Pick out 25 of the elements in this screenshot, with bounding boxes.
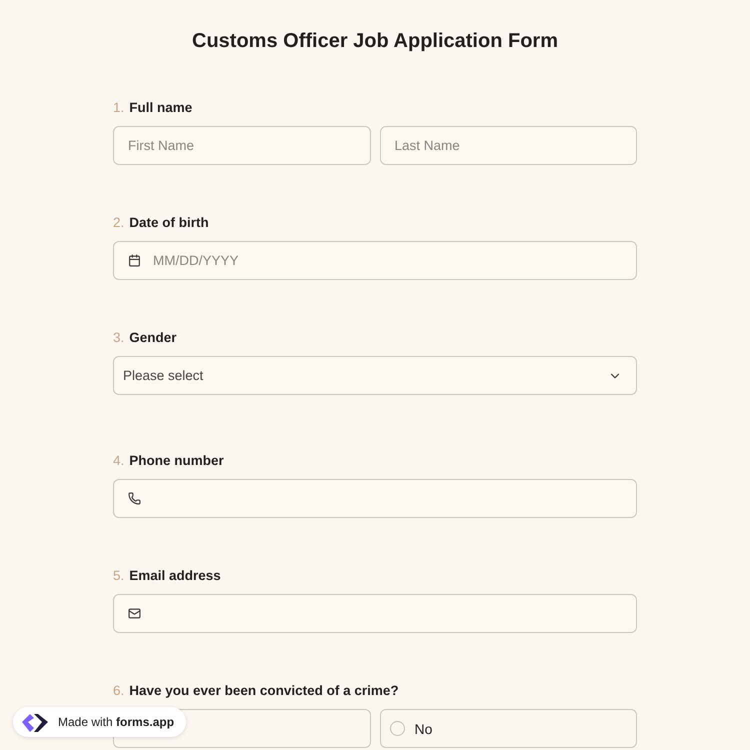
- question-label: Phone number: [129, 453, 224, 468]
- phone-icon: [128, 492, 141, 505]
- question-number: 1.: [113, 100, 124, 115]
- question-label: Full name: [129, 100, 192, 115]
- question-number: 6.: [113, 683, 124, 698]
- text-field[interactable]: Last Name: [380, 126, 637, 165]
- calendar-icon: [128, 254, 141, 267]
- question-number: 5.: [113, 568, 124, 583]
- text-field[interactable]: First Name: [113, 126, 370, 165]
- radio-option[interactable]: No: [380, 709, 637, 748]
- date-field[interactable]: MM/DD/YYYY: [113, 241, 637, 280]
- form-title: Customs Officer Job Application Form: [192, 30, 558, 53]
- question-label: Email address: [129, 568, 221, 583]
- question-label: Date of birth: [129, 215, 209, 230]
- dropdown[interactable]: Please select: [113, 356, 637, 395]
- question-number: 4.: [113, 453, 124, 468]
- question-label: Have you ever been convicted of a crime?: [129, 683, 399, 698]
- made-with-toast[interactable]: Made with forms.app: [13, 707, 186, 737]
- phone-field[interactable]: [113, 479, 637, 518]
- question-number: 2.: [113, 215, 124, 230]
- question-number: 3.: [113, 330, 124, 345]
- date-input[interactable]: MM/DD/YYYY: [151, 252, 622, 269]
- mail-icon: [128, 607, 141, 620]
- question-label: Gender: [129, 330, 177, 345]
- email-field[interactable]: [113, 594, 637, 633]
